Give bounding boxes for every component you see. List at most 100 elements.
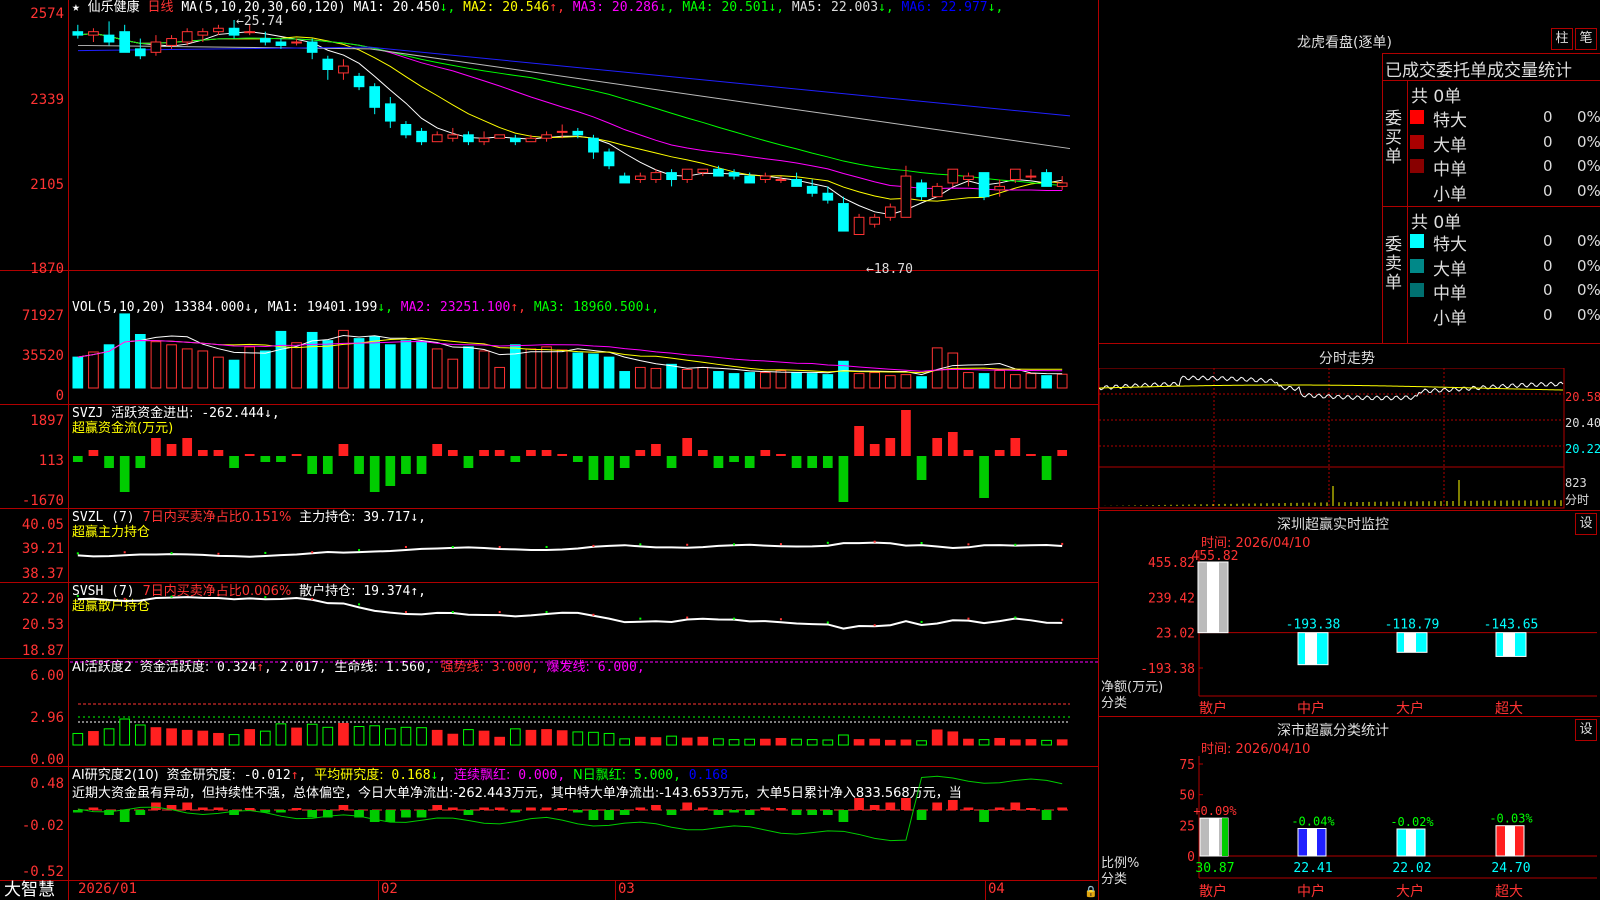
- research-bar: [307, 810, 318, 818]
- brand-logo: 大智慧: [4, 880, 55, 900]
- classify-y-tick: 0: [1187, 850, 1195, 865]
- sell-row-count: 0: [1543, 305, 1553, 324]
- flow-bar: [729, 456, 739, 462]
- volume-bar: [884, 375, 896, 389]
- flow-bar: [822, 456, 833, 468]
- flow-bar: [494, 450, 505, 456]
- buy-row-name: 中单: [1433, 160, 1467, 180]
- divider: [1382, 53, 1383, 343]
- volume-bar: [259, 350, 271, 389]
- sell-row-pct: 0%: [1577, 305, 1600, 324]
- buy-swatch: [1410, 159, 1424, 173]
- volume-chart[interactable]: [70, 300, 1098, 404]
- volume-bar: [197, 350, 209, 389]
- buy-row-pct: 0%: [1577, 181, 1600, 200]
- flow-bar: [760, 450, 771, 456]
- activity-bar: [150, 727, 162, 746]
- candle: [775, 179, 787, 181]
- flow-bar: [276, 456, 286, 462]
- flow-bar: [1057, 450, 1068, 456]
- classify-settings-button[interactable]: 设: [1575, 719, 1597, 741]
- minute-chart[interactable]: [1099, 368, 1600, 510]
- candle: [353, 75, 365, 88]
- activity-bar: [603, 732, 615, 746]
- monitor-y-tick: -193.38: [1140, 662, 1195, 677]
- research-line: [77, 775, 1063, 842]
- svzl-chart[interactable]: [70, 509, 1098, 582]
- ma-line-2: [77, 32, 1063, 202]
- stock-name[interactable]: 仙乐健康: [88, 0, 140, 15]
- flow-bar: [682, 438, 693, 456]
- flow-bar: [979, 456, 989, 498]
- research-bar: [182, 802, 193, 810]
- candle: [572, 130, 584, 136]
- sell-row-name: 大单: [1433, 259, 1467, 280]
- tick-mode-button[interactable]: 笔: [1575, 28, 1597, 50]
- x-tick-mark: [378, 881, 379, 900]
- monitor-bar-highlight: [1503, 632, 1515, 657]
- holding-line: [77, 541, 1063, 558]
- research-bar: [869, 805, 880, 810]
- volume-bar: [681, 368, 693, 389]
- chart-area[interactable]: ★ 仙乐健康 日线 MA(5,10,20,30,60,120) MA1: 20.…: [0, 0, 1098, 900]
- candle: [869, 216, 881, 225]
- volume-bar: [572, 352, 584, 389]
- ma-params: MA(5,10,20,30,60,120): [181, 0, 346, 15]
- candle: [88, 31, 99, 36]
- holding-tick: [1061, 542, 1064, 545]
- lock-icon[interactable]: 🔒: [1084, 884, 1098, 899]
- activity-bar: [838, 734, 849, 746]
- classify-bar-highlight: [1406, 828, 1416, 856]
- star-icon[interactable]: ★: [72, 0, 80, 15]
- monitor-settings-button[interactable]: 设: [1575, 513, 1597, 535]
- y-tick: 2574: [30, 6, 64, 22]
- activity-bar: [134, 724, 146, 746]
- classify-chart[interactable]: 75 50 25 0 +0.09% 30.87 散户 -0.04% 22.41 中户 -0.02% 2…: [1099, 756, 1600, 900]
- flow-bar: [541, 450, 552, 456]
- classify-x-tick: 中户: [1297, 883, 1325, 900]
- period-label[interactable]: 日线: [148, 0, 174, 15]
- candle: [947, 168, 959, 184]
- classify-y-tick: 50: [1179, 789, 1195, 804]
- monitor-bar-label: 455.82: [1192, 550, 1239, 564]
- ma-line-3: [77, 32, 1063, 191]
- ma-label-3: MA3:: [564, 0, 605, 15]
- flow-bar: [1026, 454, 1036, 456]
- monitor-chart[interactable]: 455.82 239.42 23.02 -193.38 455.82 散户 -193.38 中…: [1099, 550, 1600, 716]
- buy-row-count: 0: [1543, 157, 1553, 175]
- buy-total: 共 0单: [1411, 87, 1462, 107]
- classify-x-tick: 散户: [1199, 883, 1227, 900]
- activity-bar: [338, 722, 349, 746]
- ai-research-chart[interactable]: [70, 767, 1098, 880]
- volume-bar: [431, 348, 443, 389]
- ma-value-6: 22.977: [932, 0, 988, 15]
- candlestick-chart[interactable]: [70, 14, 1098, 270]
- flow-bar: [651, 444, 661, 456]
- svzj-chart[interactable]: [70, 405, 1098, 508]
- x-tick: 04: [988, 881, 1005, 897]
- candle: [463, 134, 474, 143]
- classify-bar-highlight: [1209, 818, 1219, 856]
- research-bar: [416, 810, 427, 818]
- candle: [103, 34, 115, 43]
- volume-bar: [853, 373, 865, 389]
- buy-swatch: [1410, 110, 1424, 124]
- activity-bar: [228, 734, 240, 746]
- ai-activity-chart[interactable]: [70, 659, 1098, 766]
- min-y-tick: 20.40: [1565, 416, 1600, 430]
- candle: [525, 137, 537, 143]
- buy-swatch: [1410, 134, 1424, 149]
- research-bar: [588, 810, 599, 820]
- candle: [994, 185, 1006, 191]
- svsh-chart[interactable]: [70, 583, 1098, 658]
- classify-ylabel: 比例%: [1101, 856, 1140, 871]
- ma-value-1: 20.450: [384, 0, 440, 15]
- activity-bar: [447, 733, 459, 746]
- activity-bar: [213, 732, 224, 746]
- min-y-tick: 20.58: [1565, 390, 1600, 404]
- research-bar: [932, 802, 943, 810]
- research-bar: [276, 810, 286, 813]
- bar-mode-button[interactable]: 柱: [1551, 28, 1573, 50]
- divider: [1382, 80, 1600, 81]
- y-tick: 35520: [21, 348, 64, 364]
